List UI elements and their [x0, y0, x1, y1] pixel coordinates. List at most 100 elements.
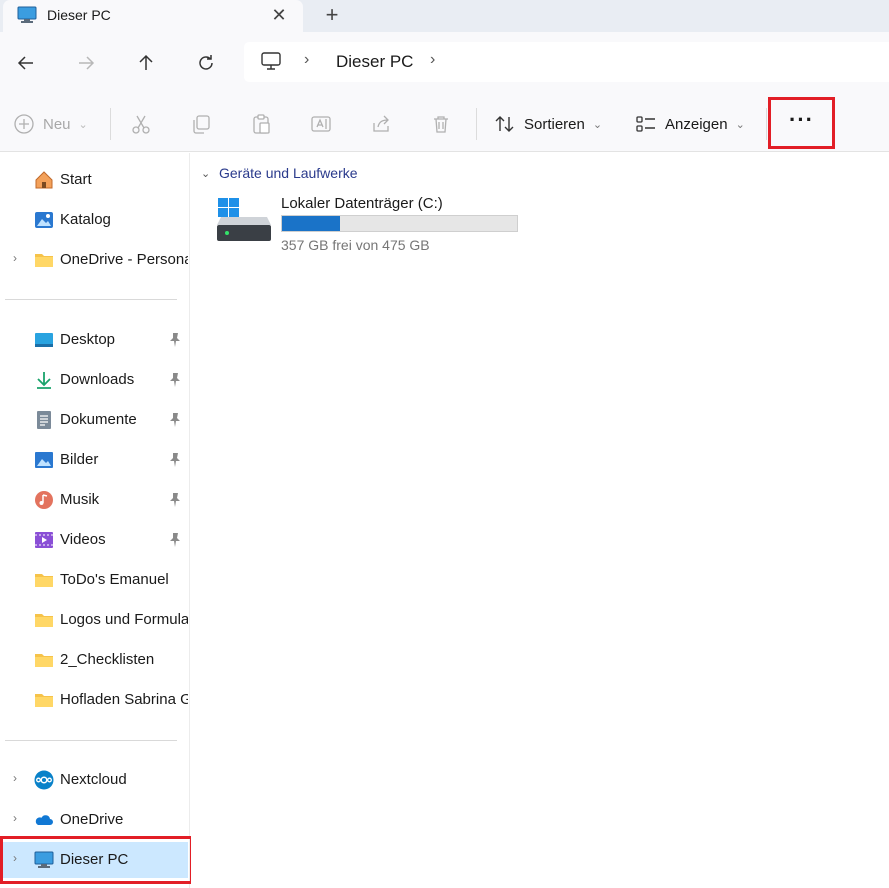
sidebar-item-label: 2_Checklisten — [60, 651, 155, 668]
rename-icon — [311, 116, 331, 132]
drive-usage-fill — [282, 216, 341, 231]
command-bar: Neu ⌄ Sortieren ⌄ Anzeigen ⌄ — [0, 94, 889, 152]
sidebar-item-label: OneDrive - Persona — [60, 251, 188, 268]
pin-icon[interactable] — [168, 372, 182, 388]
drive-item[interactable]: Lokaler Datenträger (C:) 357 GB frei von… — [213, 193, 533, 255]
drive-free-space: 357 GB frei von 475 GB — [281, 237, 430, 253]
windows-drive-icon — [217, 198, 271, 241]
tab-dieser-pc[interactable]: Dieser PC ✕ — [3, 0, 303, 32]
new-button[interactable]: Neu ⌄ — [13, 110, 88, 138]
sidebar-item-downloads[interactable]: Downloads — [0, 362, 188, 398]
view-label: Anzeigen — [665, 115, 728, 133]
folder-icon — [35, 694, 53, 707]
address-bar[interactable]: › Dieser PC › — [244, 42, 889, 82]
chevron-down-icon: ⌄ — [78, 118, 88, 131]
chevron-down-icon: ⌄ — [592, 118, 603, 131]
sidebar-item-logos-und-formulare[interactable]: Logos und Formula — [0, 602, 188, 638]
refresh-icon — [199, 55, 213, 70]
navigation-pane: Start Katalog › OneDrive - Persona Deskt… — [0, 153, 190, 888]
sort-button[interactable]: Sortieren ⌄ — [494, 110, 602, 138]
content-pane: ⌄ Geräte und Laufwerke Lokaler Datenträg… — [191, 153, 889, 888]
sidebar-item-label: Start — [60, 171, 92, 188]
sidebar-item-label: Katalog — [60, 211, 111, 228]
copy-button[interactable] — [190, 110, 212, 138]
sidebar-item-label: ToDo's Emanuel — [60, 571, 169, 588]
sidebar-item-onedrive-personal[interactable]: › OneDrive - Persona — [0, 242, 188, 278]
home-icon — [35, 171, 53, 189]
sidebar-item-checklisten[interactable]: 2_Checklisten — [0, 642, 188, 678]
arrow-right-icon — [79, 56, 95, 70]
new-tab-button[interactable]: + — [320, 4, 344, 28]
tab-title: Dieser PC — [47, 7, 111, 23]
copy-icon — [193, 115, 210, 134]
sidebar-item-desktop[interactable]: Desktop — [0, 322, 188, 358]
selection-highlight — [0, 836, 193, 884]
monitor-outline-icon — [261, 52, 281, 70]
breadcrumb-chevron-icon[interactable]: › — [430, 51, 435, 69]
forward-button[interactable] — [72, 49, 100, 77]
pin-icon[interactable] — [168, 452, 182, 468]
plus-circle-icon — [14, 114, 34, 134]
up-button[interactable] — [132, 49, 160, 77]
new-label: Neu — [43, 115, 71, 133]
folder-icon — [35, 654, 53, 667]
tab-bar: Dieser PC ✕ + — [0, 0, 889, 32]
sort-label: Sortieren — [524, 115, 585, 133]
sidebar-item-musik[interactable]: Musik — [0, 482, 188, 518]
folder-icon — [35, 254, 53, 267]
sidebar-item-label: OneDrive — [60, 811, 124, 828]
sidebar-item-start[interactable]: Start — [0, 162, 188, 198]
close-tab-icon[interactable]: ✕ — [269, 6, 289, 26]
chevron-down-icon[interactable]: ⌄ — [201, 167, 215, 180]
sidebar-item-label: Logos und Formula — [60, 611, 188, 628]
nextcloud-icon — [34, 770, 54, 790]
rename-button[interactable] — [310, 110, 332, 138]
scissors-icon — [132, 115, 150, 134]
breadcrumb-dieser-pc[interactable]: Dieser PC — [336, 52, 413, 72]
chevron-right-icon[interactable]: › — [8, 251, 22, 267]
view-list-icon — [636, 116, 655, 132]
pin-icon[interactable] — [168, 412, 182, 428]
chevron-right-icon[interactable]: › — [8, 811, 22, 827]
group-label: Geräte und Laufwerke — [219, 165, 358, 181]
more-options-highlight: ··· — [768, 97, 835, 149]
share-button[interactable] — [370, 110, 392, 138]
breadcrumb-chevron-icon[interactable]: › — [304, 51, 309, 69]
toolbar-divider — [476, 108, 477, 140]
sidebar-item-dokumente[interactable]: Dokumente — [0, 402, 188, 438]
back-button[interactable] — [12, 49, 40, 77]
navigation-bar: › Dieser PC › — [0, 32, 889, 94]
refresh-button[interactable] — [192, 49, 220, 77]
sidebar-item-katalog[interactable]: Katalog — [0, 202, 188, 238]
sidebar-item-todos-emanuel[interactable]: ToDo's Emanuel — [0, 562, 188, 598]
pin-icon[interactable] — [168, 532, 182, 548]
share-icon — [373, 115, 389, 132]
clipboard-icon — [253, 114, 270, 134]
view-button[interactable]: Anzeigen ⌄ — [635, 110, 745, 138]
monitor-icon — [17, 6, 37, 23]
toolbar-divider — [110, 108, 111, 140]
trash-icon — [434, 116, 448, 133]
arrow-left-icon — [17, 56, 33, 70]
chevron-right-icon[interactable]: › — [8, 771, 22, 787]
desktop-icon — [35, 333, 53, 347]
group-header[interactable]: ⌄ Geräte und Laufwerke — [201, 165, 358, 181]
pictures-icon — [35, 452, 53, 468]
more-options-button[interactable]: ··· — [771, 100, 832, 146]
document-icon — [37, 411, 51, 429]
folder-icon — [35, 574, 53, 587]
pin-icon[interactable] — [168, 332, 182, 348]
sidebar-item-bilder[interactable]: Bilder — [0, 442, 188, 478]
toolbar-divider — [766, 108, 767, 140]
sidebar-item-nextcloud[interactable]: › Nextcloud — [0, 762, 188, 798]
delete-button[interactable] — [430, 110, 452, 138]
sidebar-divider — [5, 740, 177, 741]
cut-button[interactable] — [130, 110, 152, 138]
chevron-down-icon: ⌄ — [735, 118, 745, 131]
paste-button[interactable] — [250, 110, 272, 138]
sidebar-item-hofladen[interactable]: Hofladen Sabrina G — [0, 682, 188, 718]
sidebar-item-videos[interactable]: Videos — [0, 522, 188, 558]
sort-icon — [495, 116, 514, 132]
sidebar-item-onedrive[interactable]: › OneDrive — [0, 802, 188, 838]
pin-icon[interactable] — [168, 492, 182, 508]
